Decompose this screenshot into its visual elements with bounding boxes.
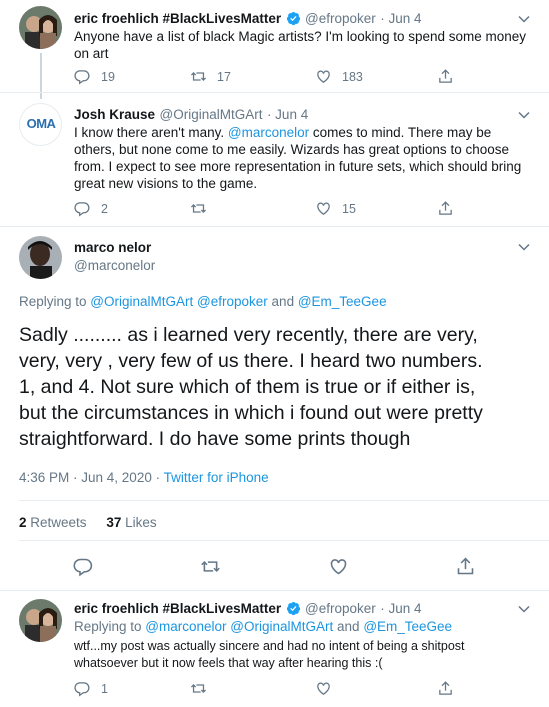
retweet-icon	[190, 684, 207, 693]
tweet4-text: wtf...my post was actually sincere and h…	[74, 639, 465, 670]
heart-icon	[317, 70, 330, 83]
author-name[interactable]: marco nelor	[74, 240, 155, 255]
retweet-button[interactable]	[190, 680, 207, 697]
divider	[19, 500, 549, 501]
replying-to: Replying to @OriginalMtGArt @efropoker a…	[19, 294, 387, 309]
author-handle[interactable]: @OriginalMtGArt	[160, 107, 263, 122]
retweet-icon	[190, 204, 207, 213]
share-button[interactable]	[437, 68, 454, 85]
retweet-button[interactable]	[190, 200, 207, 217]
mention-link[interactable]: @Em_TeeGee	[363, 619, 452, 634]
mention-link[interactable]: @marconelor	[145, 619, 226, 634]
share-button[interactable]	[437, 200, 454, 217]
author-name[interactable]: eric froehlich #BlackLivesMatter	[74, 601, 281, 616]
share-button[interactable]	[455, 556, 476, 577]
tweet-date[interactable]: · Jun 4	[267, 107, 308, 122]
avatar-photo	[19, 6, 62, 49]
author-name[interactable]: eric froehlich #BlackLivesMatter	[74, 11, 281, 26]
share-icon	[439, 69, 452, 83]
reply-button[interactable]: 2	[74, 200, 108, 217]
retweet-button[interactable]: 17	[190, 68, 231, 85]
replying-to: Replying to @marconelor @OriginalMtGArt …	[74, 619, 453, 634]
like-button[interactable]: 183	[315, 68, 363, 85]
chevron-down-icon[interactable]	[517, 12, 531, 26]
author-handle[interactable]: @efropoker	[305, 11, 376, 26]
reply-button[interactable]: 1	[74, 680, 108, 697]
author-name[interactable]: Josh Krause	[74, 107, 155, 122]
chevron-down-icon[interactable]	[517, 602, 531, 616]
mention-link[interactable]: @Em_TeeGee	[298, 294, 387, 309]
retweet-button[interactable]	[200, 556, 221, 577]
likes-stat[interactable]: 37 Likes	[106, 515, 156, 530]
avatar-marconelor[interactable]	[19, 236, 62, 279]
heart-icon	[317, 202, 330, 215]
mention-link[interactable]: @marconelor	[228, 125, 309, 140]
like-count: 15	[342, 201, 356, 216]
retweet-icon	[201, 561, 220, 572]
divider	[0, 226, 549, 227]
share-icon	[457, 557, 474, 575]
tweet2-text: I know there aren't many. @marconelor co…	[74, 125, 522, 191]
tweet1-header: eric froehlich #BlackLivesMatter @efropo…	[74, 10, 421, 28]
divider	[0, 92, 549, 93]
heart-icon	[330, 559, 347, 575]
heart-icon	[317, 682, 330, 695]
reply-icon	[74, 202, 90, 217]
chevron-down-icon[interactable]	[517, 240, 531, 254]
tweet2-header: Josh Krause @OriginalMtGArt · Jun 4	[74, 106, 308, 124]
tweet-date[interactable]: · Jun 4	[380, 11, 421, 26]
retweet-icon	[190, 72, 207, 81]
chevron-down-icon[interactable]	[517, 108, 531, 122]
mention-link[interactable]: @OriginalMtGArt	[90, 294, 193, 309]
verified-badge-icon	[286, 11, 300, 26]
avatar-efropoker[interactable]	[19, 599, 62, 642]
divider	[0, 590, 549, 591]
avatar-originalmtgart[interactable]: OMA	[19, 103, 62, 146]
like-button[interactable]: 15	[315, 200, 356, 217]
reply-icon	[74, 682, 90, 697]
reply-icon	[74, 70, 90, 85]
reply-button[interactable]	[73, 556, 94, 577]
share-icon	[439, 201, 452, 215]
tweet4-header: eric froehlich #BlackLivesMatter @efropo…	[74, 600, 421, 618]
reply-count: 1	[101, 681, 108, 696]
tweet-timestamp: 4:36 PM · Jun 4, 2020 · Twitter for iPho…	[19, 470, 269, 485]
like-count: 183	[342, 69, 363, 84]
avatar-photo	[19, 236, 62, 279]
retweet-count: 17	[217, 69, 231, 84]
reply-count: 2	[101, 201, 108, 216]
main-author: marco nelor @marconelor	[74, 240, 155, 273]
verified-badge-icon	[286, 601, 300, 616]
main-tweet-text: Sadly ......... as i learned very recent…	[19, 324, 483, 450]
share-icon	[439, 681, 452, 695]
reply-button[interactable]: 19	[74, 68, 115, 85]
divider	[19, 540, 549, 541]
reply-count: 19	[101, 69, 115, 84]
tweet1-text: Anyone have a list of black Magic artist…	[74, 29, 527, 61]
oma-logo: OMA	[26, 116, 56, 131]
mention-link[interactable]: @OriginalMtGArt	[230, 619, 333, 634]
mention-link[interactable]: @efropoker	[197, 294, 268, 309]
author-handle[interactable]: @marconelor	[74, 258, 155, 273]
engagement-stats: 2 Retweets 37 Likes	[19, 515, 157, 530]
tweet-date[interactable]: · Jun 4	[380, 601, 421, 616]
avatar-efropoker[interactable]	[19, 6, 62, 49]
like-button[interactable]	[315, 680, 332, 697]
share-button[interactable]	[437, 680, 454, 697]
avatar-photo	[19, 599, 62, 642]
source-link[interactable]: Twitter for iPhone	[164, 470, 269, 485]
retweets-stat[interactable]: 2 Retweets	[19, 515, 87, 530]
reply-icon	[73, 558, 93, 577]
author-handle[interactable]: @efropoker	[305, 601, 376, 616]
like-button[interactable]	[328, 556, 349, 577]
